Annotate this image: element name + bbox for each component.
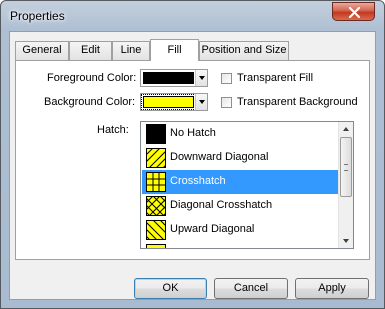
list-item[interactable]: Diagonal Crosshatch xyxy=(142,194,338,218)
chevron-down-icon[interactable] xyxy=(195,70,207,86)
background-color-swatch xyxy=(141,94,196,110)
background-color-label: Background Color: xyxy=(44,96,136,108)
foreground-color-dropdown[interactable] xyxy=(140,69,208,87)
transparent-background-label: Transparent Background xyxy=(237,96,358,108)
list-item-label: Downward Diagonal xyxy=(170,151,269,163)
apply-button[interactable]: Apply xyxy=(295,278,369,299)
list-item[interactable]: No Hatch xyxy=(142,122,338,146)
background-color-dropdown[interactable] xyxy=(140,93,208,111)
hatch-label: Hatch: xyxy=(97,124,129,136)
dialog-client-area: General Edit Line Fill Position and Size… xyxy=(9,31,376,300)
properties-dialog: Properties General Edit Line Fill Positi… xyxy=(0,0,385,309)
list-item-label: No Hatch xyxy=(170,127,216,139)
foreground-color-swatch xyxy=(143,72,194,84)
ok-button[interactable]: OK xyxy=(134,278,207,299)
foreground-color-label: Foreground Color: xyxy=(47,72,137,84)
tab-line[interactable]: Line xyxy=(112,41,150,60)
upward-diagonal-swatch-icon xyxy=(146,220,166,240)
tab-fill[interactable]: Fill xyxy=(150,39,199,61)
list-item[interactable]: Upward Diagonal xyxy=(142,218,338,242)
transparent-background-checkbox[interactable] xyxy=(221,97,232,108)
downward-diagonal-swatch-icon xyxy=(146,148,166,168)
list-item[interactable] xyxy=(142,242,338,248)
list-item-label: Crosshatch xyxy=(170,175,226,187)
list-item[interactable]: Crosshatch xyxy=(142,170,338,194)
fill-tab-panel: Foreground Color: Transparent Fill Backg… xyxy=(15,60,370,260)
close-icon xyxy=(348,7,361,18)
close-button[interactable] xyxy=(332,2,375,21)
title-bar[interactable]: Properties xyxy=(1,1,384,31)
hatch-list-scrollbar[interactable] xyxy=(338,122,353,248)
chevron-down-icon[interactable] xyxy=(195,94,207,110)
scroll-up-icon[interactable] xyxy=(339,122,353,136)
cancel-button[interactable]: Cancel xyxy=(214,278,288,299)
tab-general[interactable]: General xyxy=(15,41,69,60)
list-item-label: Upward Diagonal xyxy=(170,223,255,235)
crosshatch-swatch-icon xyxy=(146,172,166,192)
no-hatch-swatch-icon xyxy=(146,124,166,144)
list-item[interactable]: Downward Diagonal xyxy=(142,146,338,170)
list-item-label: Diagonal Crosshatch xyxy=(170,199,273,211)
tab-edit[interactable]: Edit xyxy=(69,41,112,60)
scroll-thumb[interactable] xyxy=(340,137,352,197)
tab-position-and-size[interactable]: Position and Size xyxy=(199,41,289,60)
diagonal-crosshatch-swatch-icon xyxy=(146,196,166,216)
window-title: Properties xyxy=(10,9,65,23)
scroll-down-icon[interactable] xyxy=(339,234,353,248)
partial-swatch-icon xyxy=(146,244,166,248)
transparent-fill-label: Transparent Fill xyxy=(237,72,314,84)
hatch-listbox[interactable]: No Hatch Downward Diagonal Crosshatch Di… xyxy=(140,121,354,249)
transparent-fill-checkbox[interactable] xyxy=(221,73,232,84)
